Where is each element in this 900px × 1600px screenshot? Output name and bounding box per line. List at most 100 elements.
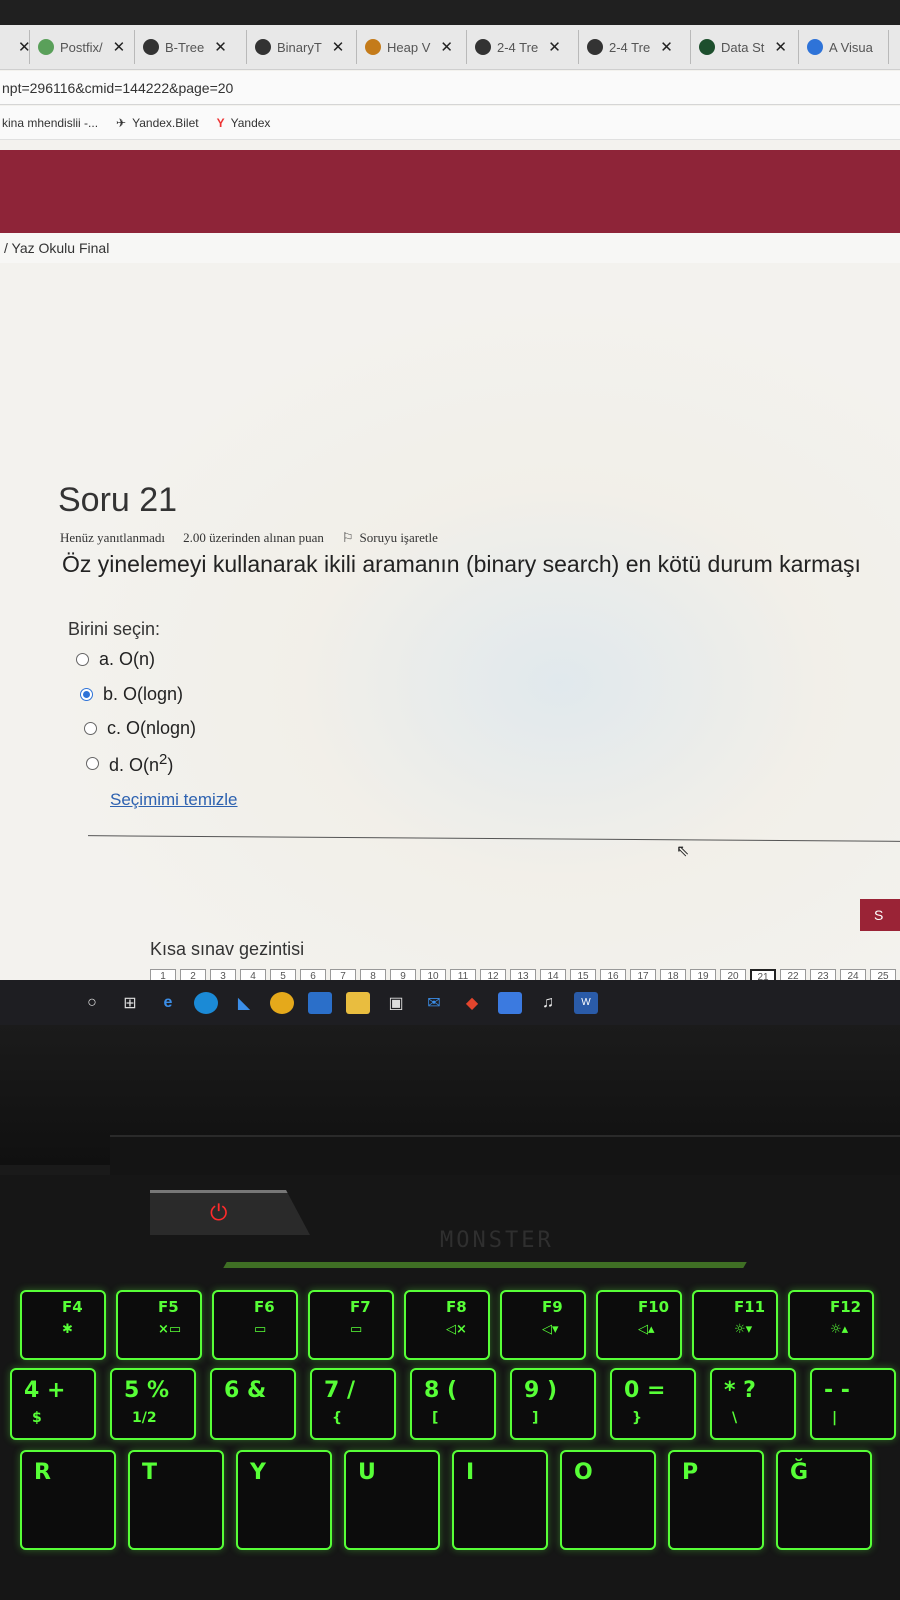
word-icon[interactable]: W (574, 991, 598, 1014)
tab-8[interactable]: Data St ✕ (691, 30, 799, 64)
key-letter-6[interactable]: O (560, 1450, 656, 1550)
tab-label: BinaryT (277, 39, 322, 55)
quiz-navigation-title: Kısa sınav gezintisi (150, 939, 305, 959)
flag-question-link[interactable]: ⚐ Soruyu işaretle (342, 530, 438, 546)
drop-icon[interactable]: ◆ (460, 992, 484, 1014)
option-a[interactable]: a. O(n) (76, 649, 155, 670)
tab-1[interactable]: ✕ (0, 30, 30, 64)
key-f8[interactable]: F8 ◁× (404, 1290, 490, 1360)
key-sublabel: ] (532, 1410, 539, 1426)
bookmark-3[interactable]: Y Yandex (217, 116, 271, 130)
key-sublabel: ◁▴ (638, 1322, 655, 1337)
tab-7[interactable]: 2-4 Tre ✕ (579, 30, 691, 64)
key-num-5[interactable]: 8 ( [ (410, 1368, 496, 1440)
radio-d[interactable] (86, 757, 99, 770)
key-label: 8 ( (424, 1378, 458, 1403)
edge-icon[interactable] (194, 991, 218, 1014)
next-page-button[interactable]: S (860, 899, 900, 931)
key-f9[interactable]: F9 ◁▾ (500, 1290, 586, 1360)
key-sublabel: ▭ (350, 1322, 363, 1337)
key-num-7[interactable]: 0 =} (610, 1368, 696, 1440)
music-icon[interactable]: ♫ (536, 992, 560, 1014)
tab-6[interactable]: 2-4 Tre ✕ (467, 30, 579, 64)
key-num-2[interactable]: 5 % 1/2 (110, 1368, 196, 1440)
bookmark-2[interactable]: ✈ Yandex.Bilet (116, 116, 199, 130)
close-icon[interactable]: ✕ (548, 38, 561, 56)
key-num-1[interactable]: 4 + $ (10, 1368, 96, 1440)
key-letter-2[interactable]: T (128, 1450, 224, 1550)
power-icon[interactable]: ⏻ (210, 1200, 227, 1226)
key-f7[interactable]: F7 ▭ (308, 1290, 394, 1360)
key-f4[interactable]: F4 ✱ (20, 1290, 106, 1360)
option-b[interactable]: b. O(logn) (80, 684, 183, 705)
close-icon[interactable]: ✕ (332, 38, 345, 56)
tab-label: B-Tree (165, 39, 205, 55)
notify-icon[interactable] (498, 991, 522, 1014)
mail-icon[interactable]: ✉ (422, 992, 446, 1014)
ie-icon[interactable]: e (156, 992, 180, 1014)
option-d[interactable]: d. O(n2) (86, 751, 173, 776)
tab-3[interactable]: B-Tree ✕ (135, 30, 247, 64)
close-icon[interactable]: ✕ (440, 38, 453, 56)
close-icon[interactable]: ✕ (660, 38, 673, 56)
points-text: 2.00 üzerinden alınan puan (183, 530, 324, 545)
key-letter-1[interactable]: R (20, 1450, 116, 1550)
radio-c[interactable] (84, 722, 97, 735)
key-letter-4[interactable]: U (344, 1450, 440, 1550)
key-f10[interactable]: F10 ◁▴ (596, 1290, 682, 1360)
tab-2[interactable]: Postfix/ ✕ (30, 30, 135, 64)
address-bar[interactable]: npt=296116&cmid=144222&page=20 (0, 71, 900, 105)
search-circle-icon[interactable]: ○ (80, 992, 104, 1014)
key-sublabel: [ (432, 1410, 439, 1426)
key-num-6[interactable]: 9 )] (510, 1368, 596, 1440)
key-label: 5 % (124, 1378, 170, 1403)
close-icon[interactable]: ✕ (18, 38, 29, 56)
close-icon[interactable]: ✕ (214, 38, 227, 56)
close-icon[interactable]: ✕ (774, 38, 787, 56)
key-label: 9 ) (524, 1378, 558, 1403)
key-letter-8[interactable]: Ğ (776, 1450, 872, 1550)
key-sublabel: ☼▴ (830, 1322, 849, 1337)
key-sublabel: ✱ (62, 1322, 73, 1337)
key-num-9[interactable]: - - | (810, 1368, 896, 1440)
tab-5[interactable]: Heap V ✕ (357, 30, 467, 64)
key-label: F8 (446, 1298, 467, 1316)
close-icon[interactable]: ✕ (113, 38, 126, 56)
key-letter-3[interactable]: Y (236, 1450, 332, 1550)
bag-icon[interactable]: ▣ (384, 992, 408, 1014)
radio-b[interactable] (80, 688, 93, 701)
key-label: Y (250, 1460, 266, 1485)
store-icon[interactable] (308, 991, 332, 1014)
tab-9[interactable]: A Visua (799, 30, 889, 64)
key-label: F12 (830, 1298, 862, 1316)
globe-icon (475, 39, 491, 55)
key-f6[interactable]: F6 ▭ (212, 1290, 298, 1360)
key-letter-5[interactable]: I (452, 1450, 548, 1550)
key-num-4[interactable]: 7 / { (310, 1368, 396, 1440)
key-num-8[interactable]: * ? \ (710, 1368, 796, 1440)
site-header (0, 150, 900, 233)
folder-icon[interactable] (346, 991, 370, 1014)
key-f12[interactable]: F12 ☼▴ (788, 1290, 874, 1360)
key-label: - - (824, 1378, 850, 1403)
bookmark-1[interactable]: kina mhendislii -... (2, 116, 98, 130)
radio-a[interactable] (76, 653, 89, 666)
tab-4[interactable]: BinaryT ✕ (247, 30, 357, 64)
clear-choice-link[interactable]: Seçimimi temizle (110, 790, 238, 810)
key-f11[interactable]: F11 ☼▾ (692, 1290, 778, 1360)
key-label: P (682, 1460, 699, 1485)
chrome-icon[interactable] (270, 991, 294, 1014)
choose-prompt: Birini seçin: (68, 619, 161, 639)
key-f5[interactable]: F5 ×▭ (116, 1290, 202, 1360)
option-c[interactable]: c. O(nlogn) (84, 718, 196, 739)
tab-label: A Visua (829, 39, 873, 55)
key-label: F7 (350, 1298, 371, 1316)
key-num-3[interactable]: 6 & (210, 1368, 296, 1440)
share-icon (807, 39, 823, 55)
breadcrumb[interactable]: / Yaz Okulu Final (0, 233, 900, 263)
app-icon[interactable]: ◣ (232, 992, 256, 1014)
key-label: 4 + (24, 1378, 66, 1403)
key-sublabel: $ (32, 1410, 42, 1426)
task-view-icon[interactable]: ⊞ (118, 992, 142, 1014)
key-letter-7[interactable]: P (668, 1450, 764, 1550)
